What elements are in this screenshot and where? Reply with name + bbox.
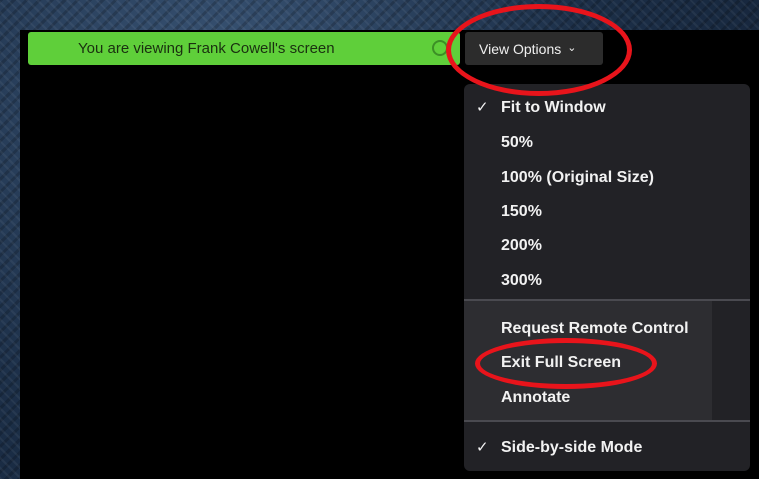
menu-item-zoom-150[interactable]: 150% <box>464 195 750 229</box>
view-options-menu: ✓ Fit to Window 50% 100% (Original Size)… <box>464 84 750 471</box>
menu-item-label: Side-by-side Mode <box>501 439 643 456</box>
menu-divider <box>464 299 750 301</box>
view-options-button[interactable]: View Options ⌄ <box>465 32 603 65</box>
share-status-icon <box>432 40 448 56</box>
checkmark-icon: ✓ <box>476 99 489 116</box>
menu-item-label: 50% <box>501 134 534 151</box>
screen-share-banner: You are viewing Frank Cowell's screen <box>28 32 460 65</box>
menu-item-label: Fit to Window <box>501 99 606 116</box>
chevron-down-icon: ⌄ <box>567 42 577 54</box>
menu-item-label: Exit Full Screen <box>501 354 622 371</box>
menu-item-zoom-50[interactable]: 50% <box>464 126 750 160</box>
menu-item-label: 100% (Original Size) <box>501 169 654 186</box>
menu-item-annotate[interactable]: Annotate <box>464 381 750 415</box>
menu-item-request-remote-control[interactable]: Request Remote Control <box>464 312 750 346</box>
menu-item-label: 150% <box>501 203 542 220</box>
menu-item-fit-to-window[interactable]: ✓ Fit to Window <box>464 91 750 125</box>
screen-share-text: You are viewing Frank Cowell's screen <box>78 40 335 57</box>
menu-item-label: 200% <box>501 237 542 254</box>
view-options-label: View Options <box>479 40 562 57</box>
menu-item-label: 300% <box>501 272 542 289</box>
menu-item-side-by-side-mode[interactable]: ✓ Side-by-side Mode <box>464 431 750 465</box>
menu-item-label: Annotate <box>501 389 571 406</box>
menu-item-zoom-200[interactable]: 200% <box>464 229 750 263</box>
menu-divider <box>464 420 750 422</box>
menu-item-zoom-300[interactable]: 300% <box>464 264 750 298</box>
menu-item-exit-full-screen[interactable]: Exit Full Screen <box>464 346 750 380</box>
checkmark-icon: ✓ <box>476 439 489 456</box>
menu-item-zoom-100[interactable]: 100% (Original Size) <box>464 161 750 195</box>
menu-item-label: Request Remote Control <box>501 320 689 337</box>
